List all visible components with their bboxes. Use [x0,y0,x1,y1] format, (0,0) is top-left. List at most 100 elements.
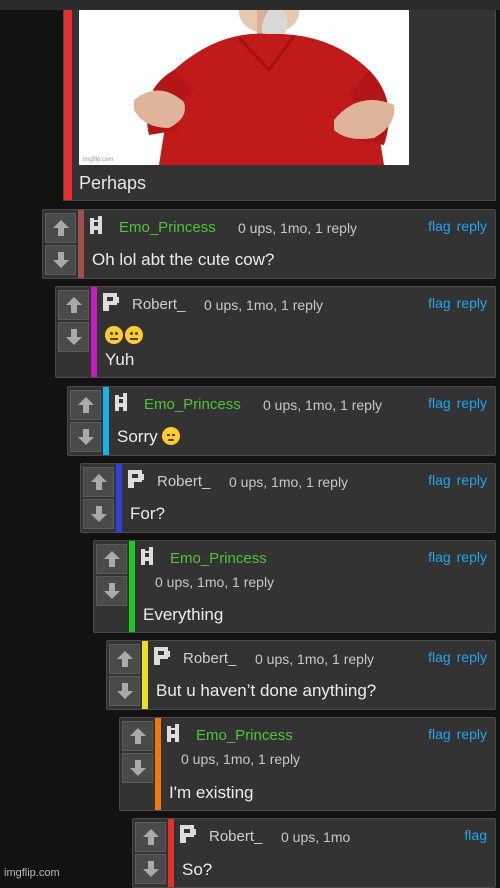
upvote-button[interactable] [135,822,166,852]
username-link[interactable]: Robert_ [209,828,262,845]
arrow-up-icon [103,551,120,567]
username-link[interactable]: Emo_Princess [144,396,241,413]
comment-meta: 0 ups, 1mo, 1 reply [238,220,358,236]
comment-card: Emo_Princess 0 ups, 1mo, 1 reply flag rep… [67,386,496,456]
username-link[interactable]: Emo_Princess [119,219,216,236]
comment-card: Emo_Princess 0 ups, 1mo, 1 reply flag rep… [93,540,496,633]
comment-meta: 0 ups, 1mo, 1 reply [255,651,375,667]
downvote-button[interactable] [70,422,101,452]
vote-controls [70,390,101,454]
comment-actions: flag reply [422,549,487,565]
vote-controls [83,467,114,531]
reply-link[interactable]: reply [457,395,487,411]
reply-link[interactable]: reply [457,649,487,665]
pixel-avatar-icon[interactable] [141,547,157,565]
flag-link[interactable]: flag [428,726,451,742]
arrow-up-icon [77,397,94,413]
arrow-down-icon [116,683,133,699]
upvote-button[interactable] [122,721,153,751]
comment-actions: flag reply [422,649,487,665]
arrow-down-icon [103,583,120,599]
arrow-up-icon [52,220,69,236]
arrow-down-icon [65,329,82,345]
username-link[interactable]: Robert_ [183,650,236,667]
upvote-button[interactable] [45,213,76,243]
flag-link[interactable]: flag [428,295,451,311]
comment-text: Everything [143,605,224,624]
pixel-avatar-icon[interactable] [103,293,119,311]
downvote-button[interactable] [45,245,76,275]
comment-meta: 0 ups, 1mo [281,829,351,845]
username-link[interactable]: Robert_ [157,473,210,490]
vote-controls [58,290,89,354]
comment-body: Robert_ 0 ups, 1mo, 1 reply flag reply Bu… [148,641,495,709]
pixel-avatar-icon[interactable] [115,393,131,411]
parent-post: imgflip.com Perhaps [63,10,496,201]
top-bar [0,0,500,10]
comment-actions: flag reply [422,395,487,411]
comment-text: But u haven’t done anything? [156,681,377,700]
vote-controls [96,544,127,608]
arrow-up-icon [90,474,107,490]
reply-link[interactable]: reply [457,472,487,488]
comment-body: Emo_Princess 0 ups, 1mo, 1 reply flag rep… [109,387,495,455]
post-depth-bar [64,10,72,200]
flag-link[interactable]: flag [428,472,451,488]
comment-meta: 0 ups, 1mo, 1 reply [229,474,349,490]
comment-text: For? [130,504,165,523]
comment-meta: 0 ups, 1mo, 1 reply [204,297,324,313]
arrow-down-icon [142,861,159,877]
comment-text-line: Sorry [117,426,182,448]
username-link[interactable]: Emo_Princess [170,550,267,567]
comment-text: Oh lol abt the cute cow? [92,250,275,269]
comment-body: Emo_Princess 0 ups, 1mo, 1 reply flag rep… [161,718,495,810]
upvote-button[interactable] [70,390,101,420]
comment-text: I'm existing [169,783,254,802]
username-link[interactable]: Robert_ [132,296,185,313]
reply-link[interactable]: reply [457,295,487,311]
reply-link[interactable]: reply [457,726,487,742]
comment-card: Emo_Princess 0 ups, 1mo, 1 reply flag rep… [42,209,496,279]
downvote-button[interactable] [83,499,114,529]
upvote-button[interactable] [109,644,140,674]
meme-watermark: imgflip.com [83,157,114,163]
pixel-avatar-icon[interactable] [167,724,183,742]
arrow-up-icon [116,651,133,667]
meme-image[interactable]: imgflip.com [79,10,409,165]
upvote-button[interactable] [83,467,114,497]
flag-link[interactable]: flag [428,549,451,565]
downvote-button[interactable] [135,854,166,884]
pixel-avatar-icon[interactable] [154,647,170,665]
arrow-down-icon [52,252,69,268]
comment-text: Yuh [105,350,135,369]
username-link[interactable]: Emo_Princess [196,727,293,744]
downvote-button[interactable] [109,676,140,706]
comment-card: Robert_ 0 ups, 1mo, 1 reply flag reply Yu… [55,286,496,378]
pixel-avatar-icon[interactable] [180,825,196,843]
comment-meta: 0 ups, 1mo, 1 reply [263,397,383,413]
reply-link[interactable]: reply [457,218,487,234]
reply-link[interactable]: reply [457,549,487,565]
pixel-avatar-icon[interactable] [90,216,106,234]
vote-controls [135,822,166,886]
upvote-button[interactable] [96,544,127,574]
imgflip-watermark: imgflip.com [4,867,60,879]
comment-meta: 0 ups, 1mo, 1 reply [155,574,275,590]
comment-card: Emo_Princess 0 ups, 1mo, 1 reply flag rep… [119,717,496,811]
downvote-button[interactable] [96,576,127,606]
arrow-down-icon [77,429,94,445]
flag-link[interactable]: flag [464,827,487,843]
flag-link[interactable]: flag [428,218,451,234]
downvote-button[interactable] [122,753,153,783]
comment-actions: flag reply [422,472,487,488]
comment-actions: flag reply [422,218,487,234]
flag-link[interactable]: flag [428,395,451,411]
neutral-face-emoji-icon [125,326,143,344]
downvote-button[interactable] [58,322,89,352]
flag-link[interactable]: flag [428,649,451,665]
upvote-button[interactable] [58,290,89,320]
vote-controls [45,213,76,277]
comment-meta: 0 ups, 1mo, 1 reply [181,751,301,767]
pixel-avatar-icon[interactable] [128,470,144,488]
comment-text: Sorry [117,427,158,446]
